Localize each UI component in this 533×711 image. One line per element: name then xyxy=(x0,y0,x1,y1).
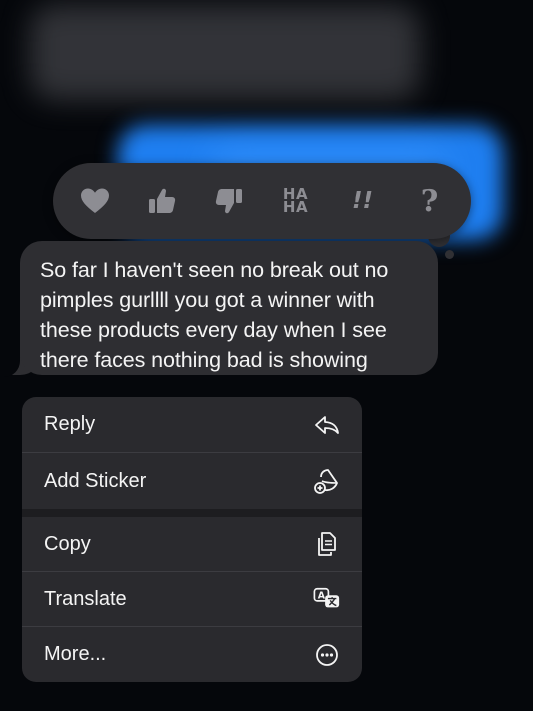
copy-icon xyxy=(313,530,341,558)
reply-label: Reply xyxy=(44,413,96,435)
message-line: So far I haven't seen no break out no xyxy=(40,258,389,282)
blurred-received-message xyxy=(30,5,420,100)
tapback-heart[interactable] xyxy=(72,178,118,224)
message-line: pimples gurllll you got a winner with xyxy=(40,288,375,312)
add-sticker-icon xyxy=(313,467,341,495)
menu-item-reply[interactable]: Reply xyxy=(22,397,362,452)
copy-label: Copy xyxy=(44,532,91,555)
tapback-thumbs-down[interactable] xyxy=(206,178,252,224)
thumbs-down-icon xyxy=(215,189,242,214)
menu-item-translate[interactable]: Translate A xyxy=(22,572,362,626)
reply-icon xyxy=(313,411,341,439)
message-line: there faces nothing bad is showing xyxy=(40,348,368,372)
haha-icon: HA HA xyxy=(282,187,309,216)
context-menu: Reply Add Sticker Copy Translate A More.… xyxy=(22,397,362,682)
exclamation-icon: !! xyxy=(352,188,373,214)
message-line: these products every day when I see xyxy=(40,318,387,342)
tapback-bar: HA HA !! ? xyxy=(53,163,471,239)
question-mark-icon: ? xyxy=(420,183,439,219)
more-label: More... xyxy=(44,643,107,665)
message-text: So far I haven't seen no break out no pi… xyxy=(40,255,416,375)
menu-group-divider xyxy=(22,509,362,517)
translate-icon: A xyxy=(313,585,341,613)
thumbs-up-icon xyxy=(148,188,175,213)
translate-label: Translate xyxy=(44,587,127,610)
menu-item-add-sticker[interactable]: Add Sticker xyxy=(22,453,362,509)
tapback-exclamation[interactable]: !! xyxy=(340,178,386,224)
tapback-haha[interactable]: HA HA xyxy=(273,178,319,224)
svg-text:A: A xyxy=(318,591,326,602)
menu-item-more[interactable]: More... xyxy=(22,627,362,682)
add-sticker-label: Add Sticker xyxy=(44,469,147,492)
tapback-tail-dot-small xyxy=(445,250,454,259)
haha-bottom-text: HA xyxy=(282,198,309,216)
heart-icon xyxy=(80,188,109,213)
tapback-thumbs-up[interactable] xyxy=(139,178,185,224)
menu-item-copy[interactable]: Copy xyxy=(22,517,362,571)
more-ellipsis-icon xyxy=(313,641,341,669)
tapback-question[interactable]: ? xyxy=(407,178,453,224)
message-bubble: So far I haven't seen no break out no pi… xyxy=(20,241,438,375)
